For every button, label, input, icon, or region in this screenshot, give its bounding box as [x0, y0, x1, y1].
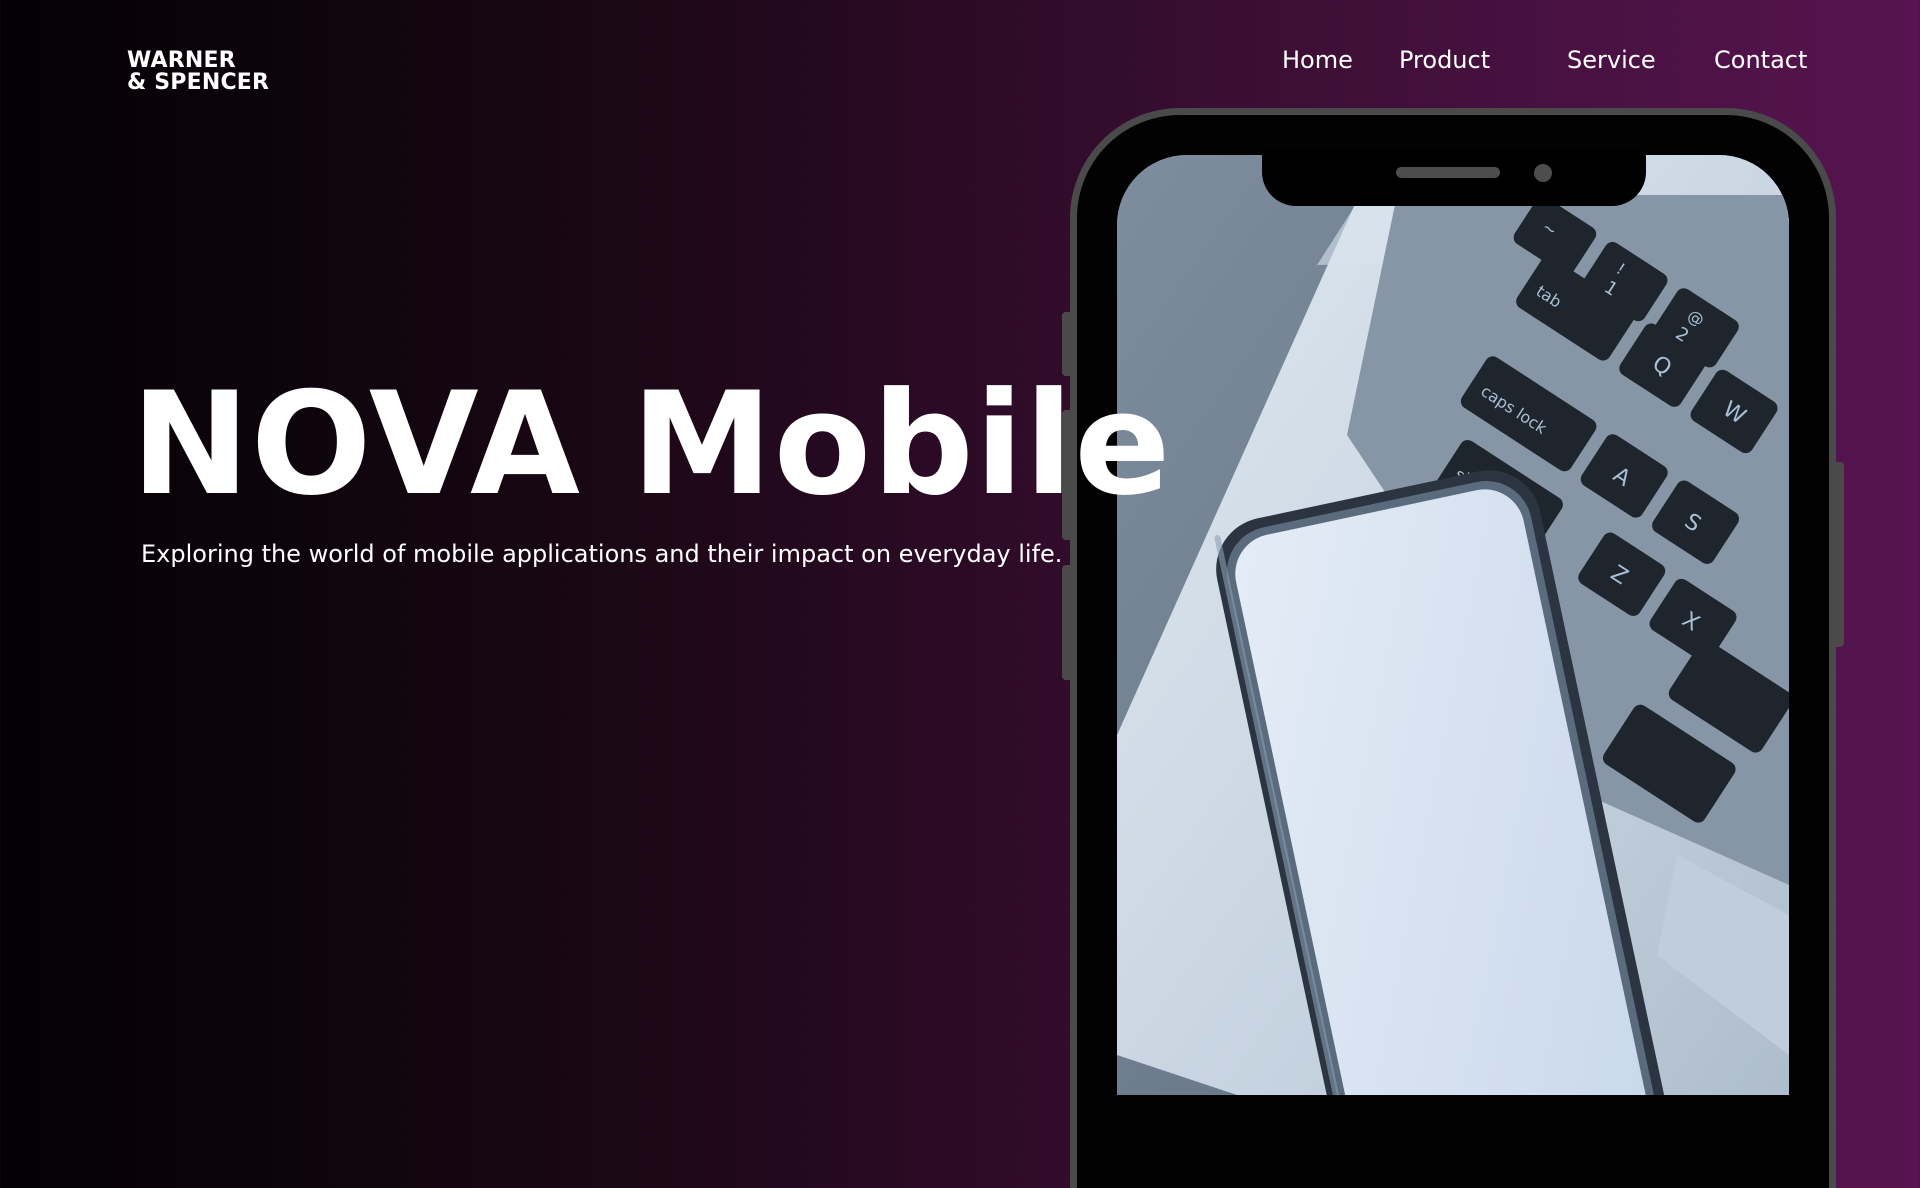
- phone-mockup: ~ ! 1 @ 2 tab Q W caps lock A S Z X: [1070, 108, 1836, 1188]
- hero-title: NOVA Mobile: [131, 362, 1172, 527]
- nav-service-link[interactable]: Service: [1567, 44, 1656, 76]
- laptop-phone-photo-image: ~ ! 1 @ 2 tab Q W caps lock A S Z X: [1117, 155, 1789, 1095]
- main-nav: Home Product Service Contact: [0, 44, 1920, 76]
- hero-subtitle: Exploring the world of mobile applicatio…: [141, 540, 1063, 568]
- nav-home-link[interactable]: Home: [1282, 44, 1353, 76]
- phone-screen-photo: ~ ! 1 @ 2 tab Q W caps lock A S Z X: [1117, 155, 1789, 1095]
- phone-speaker: [1396, 167, 1500, 178]
- phone-camera: [1534, 164, 1552, 182]
- phone-notch: [1262, 150, 1646, 206]
- nav-contact-link[interactable]: Contact: [1714, 44, 1807, 76]
- nav-product-link[interactable]: Product: [1399, 44, 1490, 76]
